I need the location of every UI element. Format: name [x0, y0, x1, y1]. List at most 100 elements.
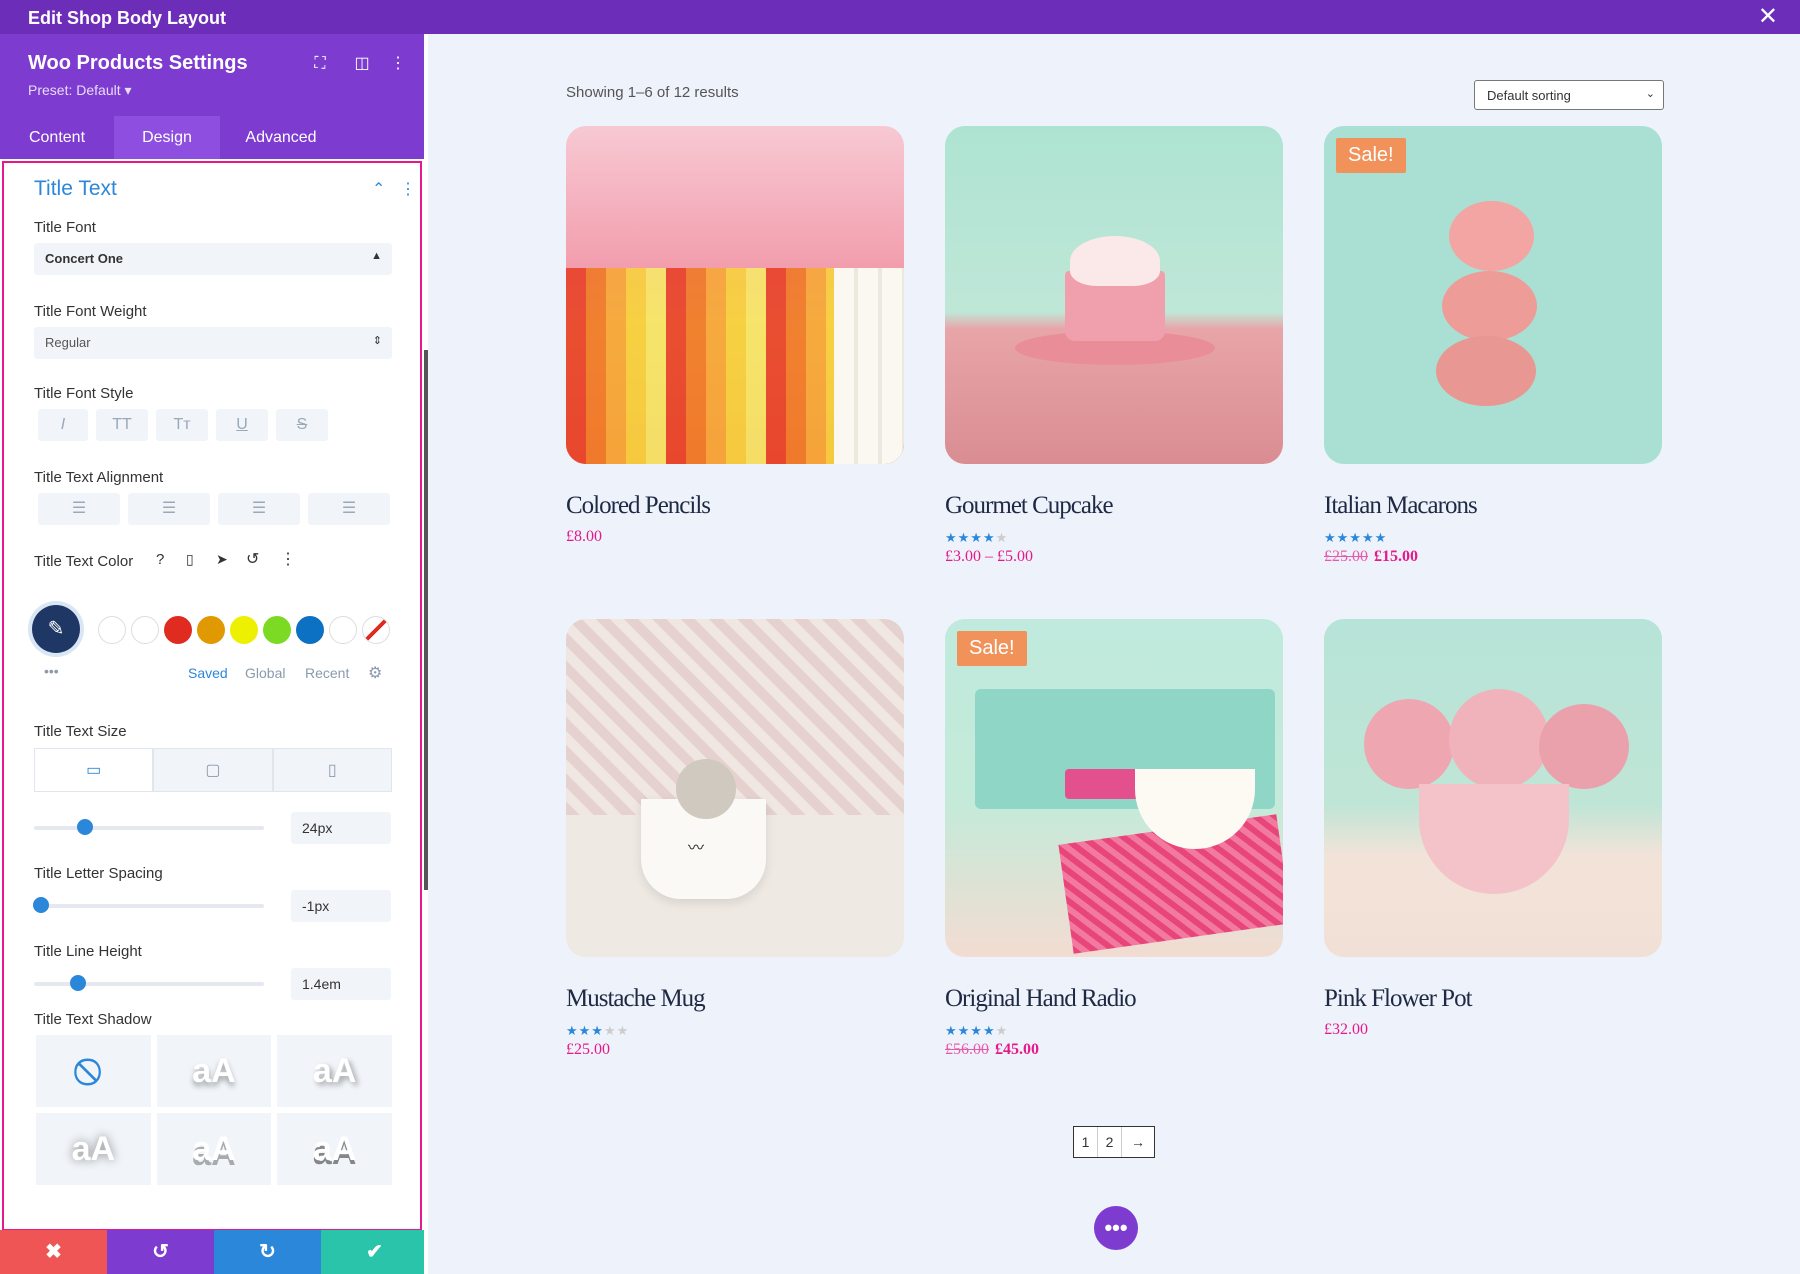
swatch-white-2[interactable] [131, 616, 159, 644]
swatch-blue[interactable] [296, 616, 324, 644]
desktop-icon[interactable]: ▭ [34, 748, 154, 792]
preset-dropdown[interactable]: Preset: Default ▾ [28, 82, 132, 99]
product-card[interactable]: Gourmet Cupcake ★★★★★ £3.00 – £5.00 [945, 126, 1283, 566]
product-title[interactable]: Gourmet Cupcake [945, 492, 1283, 520]
slider-handle[interactable] [76, 819, 93, 835]
italic-button[interactable]: I [38, 409, 88, 441]
product-card[interactable]: 〰 Mustache Mug ★★★★★ £25.00 [566, 619, 904, 1059]
product-title[interactable]: Original Hand Radio [945, 985, 1283, 1013]
section-more-icon[interactable]: ⋮ [400, 179, 416, 199]
product-image[interactable] [1324, 619, 1662, 957]
product-rating: ★★★★★ [1324, 530, 1388, 545]
discard-button[interactable]: ✖ [0, 1230, 107, 1274]
slider-handle[interactable] [32, 897, 49, 913]
color-palette: ✎ [32, 605, 402, 655]
product-card[interactable]: Colored Pencils £8.00 [566, 126, 904, 546]
title-line-height-label: Title Line Height [34, 943, 142, 960]
product-image[interactable]: Sale! [945, 619, 1283, 957]
swatch-orange[interactable] [197, 616, 225, 644]
strikethrough-button[interactable]: S [276, 409, 328, 441]
title-line-height-input[interactable]: 1.4em [291, 968, 391, 1000]
title-letter-spacing-slider[interactable] [32, 897, 264, 913]
align-left-icon[interactable]: ☰ [38, 493, 120, 525]
sorting-select[interactable]: Default sorting ⌄ [1474, 80, 1664, 110]
product-card[interactable]: Sale! Italian Macarons ★★★★★ £25.00 £15.0… [1324, 126, 1662, 566]
close-icon[interactable]: ✕ [1758, 5, 1778, 29]
swatch-transparent[interactable] [362, 616, 390, 644]
color-more-icon[interactable]: ⋮ [280, 549, 296, 569]
title-font-weight-select[interactable]: Regular ⇕ [34, 327, 392, 359]
font-style-buttons: I TT Tт U S [38, 409, 328, 441]
redo-button[interactable]: ↻ [214, 1230, 321, 1274]
product-rating: ★★★★★ [945, 530, 1009, 545]
shadow-preset-1[interactable]: aA [156, 1035, 272, 1107]
underline-button[interactable]: U [216, 409, 268, 441]
next-page-arrow-icon[interactable]: → [1122, 1127, 1154, 1157]
collapse-icon[interactable]: ⌃ [372, 179, 385, 199]
panel-tabs: Content Design Advanced [0, 116, 428, 159]
tab-design[interactable]: Design [114, 116, 220, 159]
more-options-icon[interactable]: ⋮ [388, 54, 408, 74]
tab-content[interactable]: Content [0, 116, 114, 159]
tab-advanced[interactable]: Advanced [220, 116, 342, 159]
panel-scrollbar[interactable] [424, 350, 428, 890]
product-card[interactable]: Sale! Original Hand Radio ★★★★★ £56.00 £4… [945, 619, 1283, 1059]
product-image[interactable] [945, 126, 1283, 464]
palette-more-icon[interactable]: ••• [44, 663, 59, 679]
title-text-size-slider[interactable] [34, 819, 264, 835]
align-right-icon[interactable]: ☰ [218, 493, 300, 525]
swatch-yellow[interactable] [230, 616, 258, 644]
product-title[interactable]: Italian Macarons [1324, 492, 1662, 520]
expand-icon[interactable]: ⛶ [310, 54, 330, 74]
responsive-icon[interactable]: ▯ [186, 551, 194, 568]
swatch-white-3[interactable] [329, 616, 357, 644]
undo-button[interactable]: ↺ [107, 1230, 214, 1274]
eyedropper-icon[interactable]: ✎ [32, 605, 80, 653]
builder-menu-button[interactable]: ••• [1094, 1206, 1138, 1250]
no-shadow-icon[interactable]: ⃠ [36, 1035, 151, 1107]
product-image[interactable] [566, 126, 904, 464]
product-title[interactable]: Colored Pencils [566, 492, 904, 520]
shadow-preset-4[interactable]: aA [156, 1113, 272, 1185]
product-card[interactable]: Pink Flower Pot £32.00 [1324, 619, 1662, 1039]
align-center-icon[interactable]: ☰ [128, 493, 210, 525]
shadow-preset-3[interactable]: aA [36, 1113, 151, 1185]
phone-icon[interactable]: ▯ [272, 748, 392, 792]
page-1[interactable]: 1 [1074, 1127, 1098, 1157]
product-title[interactable]: Mustache Mug [566, 985, 904, 1013]
reset-icon[interactable]: ↺ [246, 549, 259, 569]
align-justify-icon[interactable]: ☰ [308, 493, 390, 525]
help-icon[interactable]: ? [156, 551, 164, 568]
shadow-preset-2[interactable]: aA [277, 1035, 392, 1107]
layout-icon[interactable]: ◫ [352, 54, 372, 74]
swatch-red[interactable] [164, 616, 192, 644]
palette-settings-icon[interactable]: ⚙ [368, 663, 382, 683]
shadow-preset-5[interactable]: aA [277, 1113, 392, 1185]
product-image[interactable]: Sale! [1324, 126, 1662, 464]
title-line-height-slider[interactable] [34, 975, 264, 991]
tab-global[interactable]: Global [245, 665, 285, 681]
section-title[interactable]: Title Text [34, 177, 117, 201]
capitalize-button[interactable]: Tт [156, 409, 208, 441]
tab-recent[interactable]: Recent [305, 665, 349, 681]
tab-saved[interactable]: Saved [188, 665, 228, 681]
product-rating: ★★★★★ [945, 1023, 1009, 1038]
product-title[interactable]: Pink Flower Pot [1324, 985, 1662, 1013]
product-image[interactable]: 〰 [566, 619, 904, 957]
page-2[interactable]: 2 [1098, 1127, 1122, 1157]
save-button[interactable]: ✔ [321, 1230, 428, 1274]
title-text-size-input[interactable]: 24px [291, 812, 391, 844]
title-text-section: Title Text ⌃ ⋮ Title Font Concert One ▲ … [2, 161, 422, 1231]
macaron-graphic [1436, 336, 1536, 406]
uppercase-button[interactable]: TT [96, 409, 148, 441]
title-font-select[interactable]: Concert One ▲ [34, 243, 392, 275]
old-price: £25.00 [1324, 548, 1368, 565]
swatch-white-1[interactable] [98, 616, 126, 644]
tablet-icon[interactable]: ▢ [153, 748, 273, 792]
title-letter-spacing-input[interactable]: -1px [291, 890, 391, 922]
chevron-down-icon: ⌄ [1645, 88, 1655, 100]
sale-badge: Sale! [1336, 138, 1406, 173]
slider-handle[interactable] [69, 975, 86, 991]
hover-icon[interactable]: ➤ [216, 551, 228, 568]
swatch-green[interactable] [263, 616, 291, 644]
